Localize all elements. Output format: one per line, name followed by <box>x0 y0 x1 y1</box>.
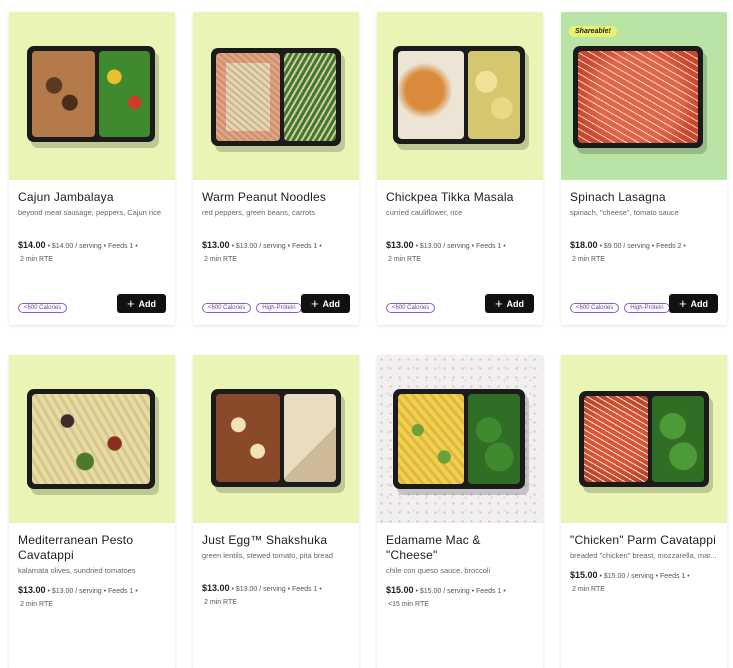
meal-card-chickpea-tikka-masala[interactable]: Chickpea Tikka Masala curried cauliflowe… <box>377 12 543 325</box>
plus-icon: + <box>494 295 503 311</box>
meal-description: red peppers, green beans, carrots <box>202 208 315 217</box>
meal-tray-photo <box>211 48 341 146</box>
meal-price: $13.00 <box>386 240 414 250</box>
price-line: $13.00 • $13.00 / serving • Feeds 1 • 2 … <box>18 584 166 611</box>
meal-title[interactable]: Just Egg™ Shakshuka <box>202 533 350 548</box>
meal-image[interactable] <box>193 12 359 180</box>
meal-price: $15.00 <box>570 570 598 580</box>
price-line: $15.00 • $15.00 / serving • Feeds 1 • <1… <box>386 584 534 611</box>
meal-price: $13.00 <box>18 585 46 595</box>
meal-card-chicken-parm-cavatappi[interactable]: "Chicken" Parm Cavatappi breaded "chicke… <box>561 355 727 668</box>
meal-tray-photo <box>27 46 155 142</box>
calories-badge: <600 Calories <box>18 303 68 313</box>
meal-image[interactable] <box>193 355 359 523</box>
meal-details: • $13.00 / serving • Feeds 1 • <box>415 243 506 250</box>
badge-list: <600 Calories High-Protein <box>570 303 670 313</box>
meal-details: • $13.00 / serving • Feeds 1 • <box>47 588 138 595</box>
meal-image[interactable] <box>377 355 543 523</box>
meal-details: • $15.00 / serving • Feeds 1 • <box>599 573 690 580</box>
meal-card-edamame-mac-cheese[interactable]: Edamame Mac & "Cheese" chile con queso s… <box>377 355 543 668</box>
add-button[interactable]: + Add <box>301 294 350 313</box>
meal-tray-photo <box>579 391 709 487</box>
badge-list: <600 Calories <box>18 303 68 313</box>
price-line: $15.00 • $15.00 / serving • Feeds 1 • 2 … <box>570 569 718 596</box>
plus-icon: + <box>678 295 687 311</box>
ready-time: 2 min RTE <box>572 256 605 263</box>
calories-badge: <600 Calories <box>570 303 620 313</box>
meal-details: • $13.00 / serving • Feeds 1 • <box>231 586 322 593</box>
protein-badge: High-Protein <box>624 303 670 313</box>
meal-image[interactable] <box>9 355 175 523</box>
meal-image[interactable]: Shareable! <box>561 12 727 180</box>
meal-tray-photo <box>573 46 703 148</box>
meal-tray-photo <box>27 389 155 489</box>
meal-title[interactable]: Edamame Mac & "Cheese" <box>386 533 534 563</box>
meal-description: beyond meat sausage, peppers, Cajun rice <box>18 208 162 217</box>
meal-title[interactable]: Spinach Lasagna <box>570 190 718 205</box>
meal-details: • $9.00 / serving • Feeds 2 • <box>599 243 686 250</box>
meal-details: • $15.00 / serving • Feeds 1 • <box>415 588 506 595</box>
meal-title[interactable]: Warm Peanut Noodles <box>202 190 350 205</box>
add-button[interactable]: + Add <box>669 294 718 313</box>
meal-price: $15.00 <box>386 585 414 595</box>
badge-list: <600 Calories <box>386 303 436 313</box>
ready-time: 2 min RTE <box>388 256 421 263</box>
calories-badge: <600 Calories <box>386 303 436 313</box>
meal-details: • $14.00 / serving • Feeds 1 • <box>47 243 138 250</box>
add-label: Add <box>506 298 525 309</box>
meal-tray-photo <box>393 46 525 144</box>
meal-tray-photo <box>393 389 525 489</box>
meal-image[interactable] <box>9 12 175 180</box>
meal-title[interactable]: Chickpea Tikka Masala <box>386 190 534 205</box>
ready-time: 2 min RTE <box>204 599 237 606</box>
meal-description: spinach, "cheese", tomato sauce <box>570 208 679 217</box>
meal-card-just-egg-shakshuka[interactable]: Just Egg™ Shakshuka green lentils, stewe… <box>193 355 359 668</box>
meal-details: • $13.00 / serving • Feeds 1 • <box>231 243 322 250</box>
meal-title[interactable]: "Chicken" Parm Cavatappi <box>570 533 718 548</box>
price-line: $18.00 • $9.00 / serving • Feeds 2 • 2 m… <box>570 239 718 266</box>
protein-badge: High-Protein <box>256 303 302 313</box>
meal-description: breaded "chicken" breast, mozzarella, ma… <box>570 551 717 560</box>
meal-card-spinach-lasagna[interactable]: Shareable! Spinach Lasagna spinach, "che… <box>561 12 727 325</box>
meal-card-mediterranean-pesto-cavatappi[interactable]: Mediterranean Pesto Cavatappi kalamata o… <box>9 355 175 668</box>
meal-card-cajun-jambalaya[interactable]: Cajun Jambalaya beyond meat sausage, pep… <box>9 12 175 325</box>
add-label: Add <box>138 298 157 309</box>
ready-time: 2 min RTE <box>204 256 237 263</box>
shareable-tag: Shareable! <box>569 26 617 37</box>
meal-price: $18.00 <box>570 240 598 250</box>
meal-image[interactable] <box>561 355 727 523</box>
ready-time: <15 min RTE <box>388 601 429 608</box>
add-label: Add <box>690 298 709 309</box>
meal-image[interactable] <box>377 12 543 180</box>
price-line: $13.00 • $13.00 / serving • Feeds 1 • 2 … <box>386 239 534 266</box>
meal-description: green lentils, stewed tomato, pita bread <box>202 551 333 560</box>
add-label: Add <box>322 298 341 309</box>
add-button[interactable]: + Add <box>117 294 166 313</box>
meal-price: $14.00 <box>18 240 46 250</box>
price-line: $13.00 • $13.00 / serving • Feeds 1 • 2 … <box>202 239 350 266</box>
price-line: $13.00 • $13.00 / serving • Feeds 1 • 2 … <box>202 582 350 609</box>
meal-description: kalamata olives, sundried tomatoes <box>18 566 136 575</box>
meal-tray-photo <box>211 389 341 487</box>
ready-time: 2 min RTE <box>20 601 53 608</box>
plus-icon: + <box>126 295 135 311</box>
meal-price: $13.00 <box>202 240 230 250</box>
meal-card-warm-peanut-noodles[interactable]: Warm Peanut Noodles red peppers, green b… <box>193 12 359 325</box>
meal-title[interactable]: Mediterranean Pesto Cavatappi <box>18 533 166 563</box>
ready-time: 2 min RTE <box>572 586 605 593</box>
calories-badge: <600 Calories <box>202 303 252 313</box>
plus-icon: + <box>310 295 319 311</box>
meal-description: chile con queso sauce, broccoli <box>386 566 491 575</box>
meal-description: curried cauliflower, rice <box>386 208 463 217</box>
add-button[interactable]: + Add <box>485 294 534 313</box>
ready-time: 2 min RTE <box>20 256 53 263</box>
badge-list: <600 Calories High-Protein <box>202 303 302 313</box>
price-line: $14.00 • $14.00 / serving • Feeds 1 • 2 … <box>18 239 166 266</box>
meal-title[interactable]: Cajun Jambalaya <box>18 190 166 205</box>
meal-price: $13.00 <box>202 583 230 593</box>
